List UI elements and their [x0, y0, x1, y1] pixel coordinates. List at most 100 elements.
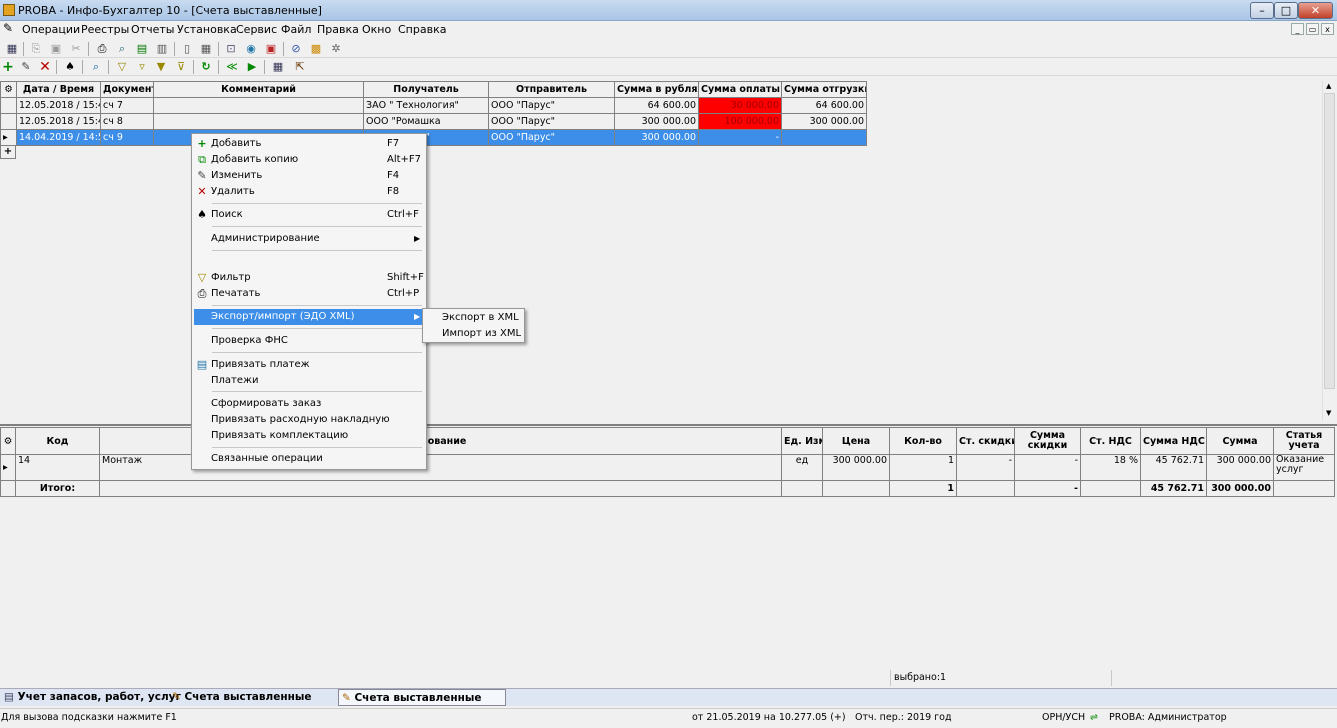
refresh-icon[interactable]: ↻: [199, 60, 213, 74]
col-qty[interactable]: Кол-во: [889, 427, 957, 455]
cell-document[interactable]: сч 9: [100, 129, 154, 146]
table-icon[interactable]: ▦: [271, 60, 285, 74]
cut-icon[interactable]: ✂: [69, 42, 83, 56]
menu-link-waybill[interactable]: Привязать расходную накладную: [194, 412, 424, 428]
col-shipped[interactable]: Сумма отгрузки: [781, 81, 867, 98]
table-row-selected[interactable]: ▸ 14.04.2019 / 14:51 сч 9 ООО "Парус" ОО…: [0, 129, 867, 146]
cell-comment[interactable]: [153, 113, 364, 130]
menu-service[interactable]: Сервис: [236, 23, 277, 36]
cell-paid[interactable]: -: [698, 129, 782, 146]
filter-settings-icon[interactable]: ▼: [154, 60, 168, 74]
menu-registers[interactable]: Реестры: [81, 23, 129, 36]
cell-sum[interactable]: 300 000.00: [614, 113, 699, 130]
preview-icon[interactable]: ⌕: [115, 42, 129, 56]
back-icon[interactable]: ≪: [225, 60, 239, 74]
cell-unit[interactable]: ед: [781, 454, 823, 481]
find-icon[interactable]: ♠: [63, 60, 77, 74]
cell-vat-rate[interactable]: 18 %: [1080, 454, 1141, 481]
menu-add-copy[interactable]: ⧉ Добавить копию Alt+F7: [194, 152, 424, 168]
cell-discount-rate[interactable]: -: [956, 454, 1015, 481]
cell-qty[interactable]: 1: [889, 454, 957, 481]
cell-sender[interactable]: ООО "Парус": [488, 129, 615, 146]
network-icon[interactable]: ◉: [244, 42, 258, 56]
copy-icon[interactable]: ⎘: [29, 42, 43, 56]
menu-export-import[interactable]: Экспорт/импорт (ЭДО XML) ▶: [194, 309, 424, 325]
col-article[interactable]: Статья учета: [1273, 427, 1335, 455]
cell-sum[interactable]: 64 600.00: [614, 97, 699, 114]
lock-icon[interactable]: ⊡: [224, 42, 238, 56]
col-vat-rate[interactable]: Ст. НДС: [1080, 427, 1141, 455]
filter-list-icon[interactable]: ▿: [135, 60, 149, 74]
menu-print[interactable]: ⎙ Печатать Ctrl+P: [194, 286, 424, 302]
col-date[interactable]: Дата / Время: [16, 81, 101, 98]
menu-administration[interactable]: Администрирование ▶: [194, 231, 424, 247]
cell-document[interactable]: сч 8: [100, 113, 154, 130]
menu-link-kit[interactable]: Привязать комплектацию: [194, 428, 424, 444]
col-recipient[interactable]: Получатель: [363, 81, 489, 98]
filter-clear-icon[interactable]: ⊽: [174, 60, 188, 74]
menu-delete[interactable]: ✕ Удалить F8: [194, 184, 424, 200]
play-icon[interactable]: ▶: [245, 60, 259, 74]
col-sender[interactable]: Отправитель: [488, 81, 615, 98]
cell-shipped[interactable]: [781, 129, 867, 146]
menu-file[interactable]: Файл: [281, 23, 311, 36]
close-button[interactable]: ✕: [1298, 2, 1333, 19]
menu-edit[interactable]: ✎ Изменить F4: [194, 168, 424, 184]
scroll-up-icon[interactable]: ▲: [1326, 82, 1331, 90]
table-row[interactable]: 12.05.2018 / 15:41 сч 8 ООО "Ромашка ООО…: [0, 113, 867, 130]
menu-link-payment[interactable]: ▤ Привязать платеж: [194, 357, 424, 373]
col-sum[interactable]: Сумма в рублях: [614, 81, 699, 98]
menu-filter[interactable]: ▽ Фильтр Shift+F: [194, 270, 424, 286]
col-discount-sum[interactable]: Сумма скидки: [1014, 427, 1081, 455]
col-price[interactable]: Цена: [822, 427, 890, 455]
col-total[interactable]: Сумма: [1206, 427, 1274, 455]
settings-icon[interactable]: ✲: [329, 42, 343, 56]
add-icon[interactable]: +: [1, 60, 15, 74]
menu-reports[interactable]: Отчеты: [131, 23, 174, 36]
cell-sum[interactable]: 300 000.00: [614, 129, 699, 146]
menu-related-ops[interactable]: Связанные операции: [194, 451, 424, 467]
menu-add[interactable]: + Добавить F7: [194, 136, 424, 152]
menu-settings[interactable]: Установка: [177, 23, 237, 36]
minimize-button[interactable]: –: [1250, 2, 1274, 19]
mdi-close-button[interactable]: x: [1321, 23, 1334, 35]
cell-shipped[interactable]: 300 000.00: [781, 113, 867, 130]
col-vat-sum[interactable]: Сумма НДС: [1140, 427, 1207, 455]
menu-help[interactable]: Справка: [398, 23, 446, 36]
grid-icon[interactable]: ▦: [5, 42, 19, 56]
new-row-marker[interactable]: +: [0, 145, 16, 159]
mdi-restore-button[interactable]: ▭: [1306, 23, 1319, 35]
menu-import-xml[interactable]: Импорт из XML: [425, 326, 524, 342]
menu-create-order[interactable]: Сформировать заказ: [194, 396, 424, 412]
calculator-icon[interactable]: ▦: [199, 42, 213, 56]
search-icon[interactable]: ⌕: [89, 60, 103, 74]
compass-icon[interactable]: ⊘: [289, 42, 303, 56]
document-menu-icon[interactable]: ✎: [3, 21, 13, 35]
scroll-thumb[interactable]: [1324, 93, 1335, 389]
col-discount-rate[interactable]: Ст. скидки: [956, 427, 1015, 455]
table-row[interactable]: 12.05.2018 / 15:40 сч 7 ЗАО " Технология…: [0, 97, 867, 114]
cell-shipped[interactable]: 64 600.00: [781, 97, 867, 114]
maximize-button[interactable]: □: [1274, 2, 1298, 19]
cell-document[interactable]: сч 7: [100, 97, 154, 114]
paste-icon[interactable]: ▣: [49, 42, 63, 56]
menu-operations[interactable]: Операции: [22, 23, 80, 36]
tab-invoices-1[interactable]: ✎ Счета выставленные: [172, 689, 311, 706]
tab-inventory[interactable]: ▤ Учет запасов, работ, услуг: [4, 689, 181, 706]
cell-code[interactable]: 14: [15, 454, 100, 481]
menu-export-xml[interactable]: Экспорт в XML: [425, 310, 524, 326]
cell-discount-sum[interactable]: -: [1014, 454, 1081, 481]
vertical-scrollbar[interactable]: ▲ ▼: [1322, 81, 1336, 421]
report-icon[interactable]: ▥: [155, 42, 169, 56]
excel-icon[interactable]: ▤: [135, 42, 149, 56]
cell-date[interactable]: 12.05.2018 / 15:40: [16, 97, 101, 114]
cell-recipient[interactable]: ЗАО " Технология": [363, 97, 489, 114]
col-document[interactable]: Документ: [100, 81, 154, 98]
scroll-down-icon[interactable]: ▼: [1326, 409, 1331, 417]
menu-fns-check[interactable]: Проверка ФНС: [194, 333, 424, 349]
calendar-icon[interactable]: ▩: [309, 42, 323, 56]
menu-search[interactable]: ♠ Поиск Ctrl+F: [194, 207, 424, 223]
delete-icon[interactable]: ✕: [38, 60, 52, 74]
archive-icon[interactable]: ▣: [264, 42, 278, 56]
col-code[interactable]: Код: [15, 427, 100, 455]
